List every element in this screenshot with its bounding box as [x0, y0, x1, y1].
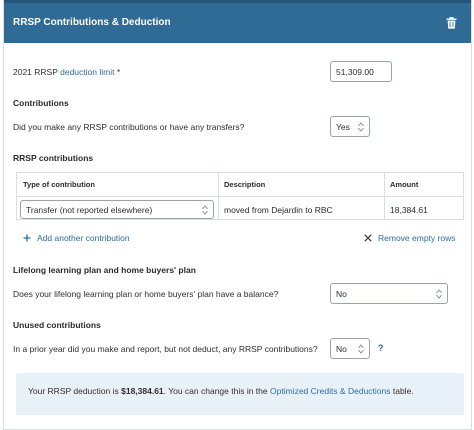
contributions-select[interactable]: Yes — [330, 116, 370, 137]
deduction-summary-text: Your RRSP deduction is $18,384.61. You c… — [28, 386, 414, 396]
add-contribution-button[interactable]: Add another contribution — [23, 233, 130, 243]
deduction-summary-box: Your RRSP deduction is $18,384.61. You c… — [16, 373, 464, 415]
required-marker: * — [116, 67, 121, 77]
close-icon — [364, 234, 372, 242]
deduction-limit-link[interactable]: deduction limit — [60, 67, 114, 77]
column-header-type: Type of contribution — [17, 173, 218, 197]
rrsp-panel: RRSP Contributions & Deduction 2021 RRSP… — [3, 0, 472, 430]
contribution-type-value: Transfer (not reported elsewhere) — [26, 204, 153, 215]
unused-select[interactable]: No — [330, 338, 370, 359]
llp-hbp-select[interactable]: No — [330, 283, 448, 304]
summary-middle: . You can change this in the — [163, 386, 268, 396]
summary-amount: $18,384.61 — [121, 386, 164, 396]
unused-question: In a prior year did you make and report,… — [13, 344, 318, 354]
plus-icon — [23, 234, 31, 242]
contribution-amount-cell[interactable]: 18,384.61 — [384, 198, 463, 221]
unused-select-value: No — [336, 343, 347, 354]
contributions-table: Type of contribution Description Amount … — [16, 172, 464, 220]
summary-after: table. — [392, 386, 414, 396]
deduction-limit-field[interactable]: 51,309.00 — [330, 61, 392, 82]
remove-empty-rows-button[interactable]: Remove empty rows — [364, 233, 455, 243]
add-contribution-label: Add another contribution — [37, 233, 130, 243]
select-arrows-icon — [436, 288, 442, 299]
contributions-question: Did you make any RRSP contributions or h… — [13, 122, 245, 132]
optimized-credits-link[interactable]: Optimized Credits & Deductions — [270, 386, 390, 396]
summary-before: Your RRSP deduction is — [28, 386, 119, 396]
select-arrows-icon — [358, 121, 364, 132]
contributions-select-value: Yes — [336, 121, 350, 132]
help-icon[interactable]: ? — [378, 343, 384, 353]
panel-title: RRSP Contributions & Deduction — [13, 17, 171, 28]
deduction-limit-prefix: 2021 RRSP — [13, 67, 58, 77]
column-header-description: Description — [218, 173, 384, 197]
deduction-limit-value: 51,309.00 — [336, 66, 374, 77]
llp-hbp-question: Does your lifelong learning plan or home… — [13, 289, 279, 299]
select-arrows-icon — [358, 343, 364, 354]
panel-header: RRSP Contributions & Deduction — [4, 0, 471, 43]
deduction-limit-label: 2021 RRSP deduction limit * — [13, 67, 120, 77]
unused-heading: Unused contributions — [13, 320, 101, 330]
contributions-heading: Contributions — [13, 98, 69, 108]
remove-empty-rows-label: Remove empty rows — [378, 233, 456, 243]
llp-hbp-heading: Lifelong learning plan and home buyers' … — [13, 265, 196, 275]
rrsp-contributions-heading: RRSP contributions — [13, 153, 94, 163]
select-arrows-icon — [202, 204, 208, 215]
column-header-amount: Amount — [384, 173, 463, 197]
contribution-type-select[interactable]: Transfer (not reported elsewhere) — [20, 200, 214, 219]
trash-icon[interactable] — [446, 17, 457, 29]
contribution-description-cell[interactable]: moved from Dejardin to RBC — [218, 198, 384, 221]
llp-hbp-select-value: No — [336, 288, 347, 299]
